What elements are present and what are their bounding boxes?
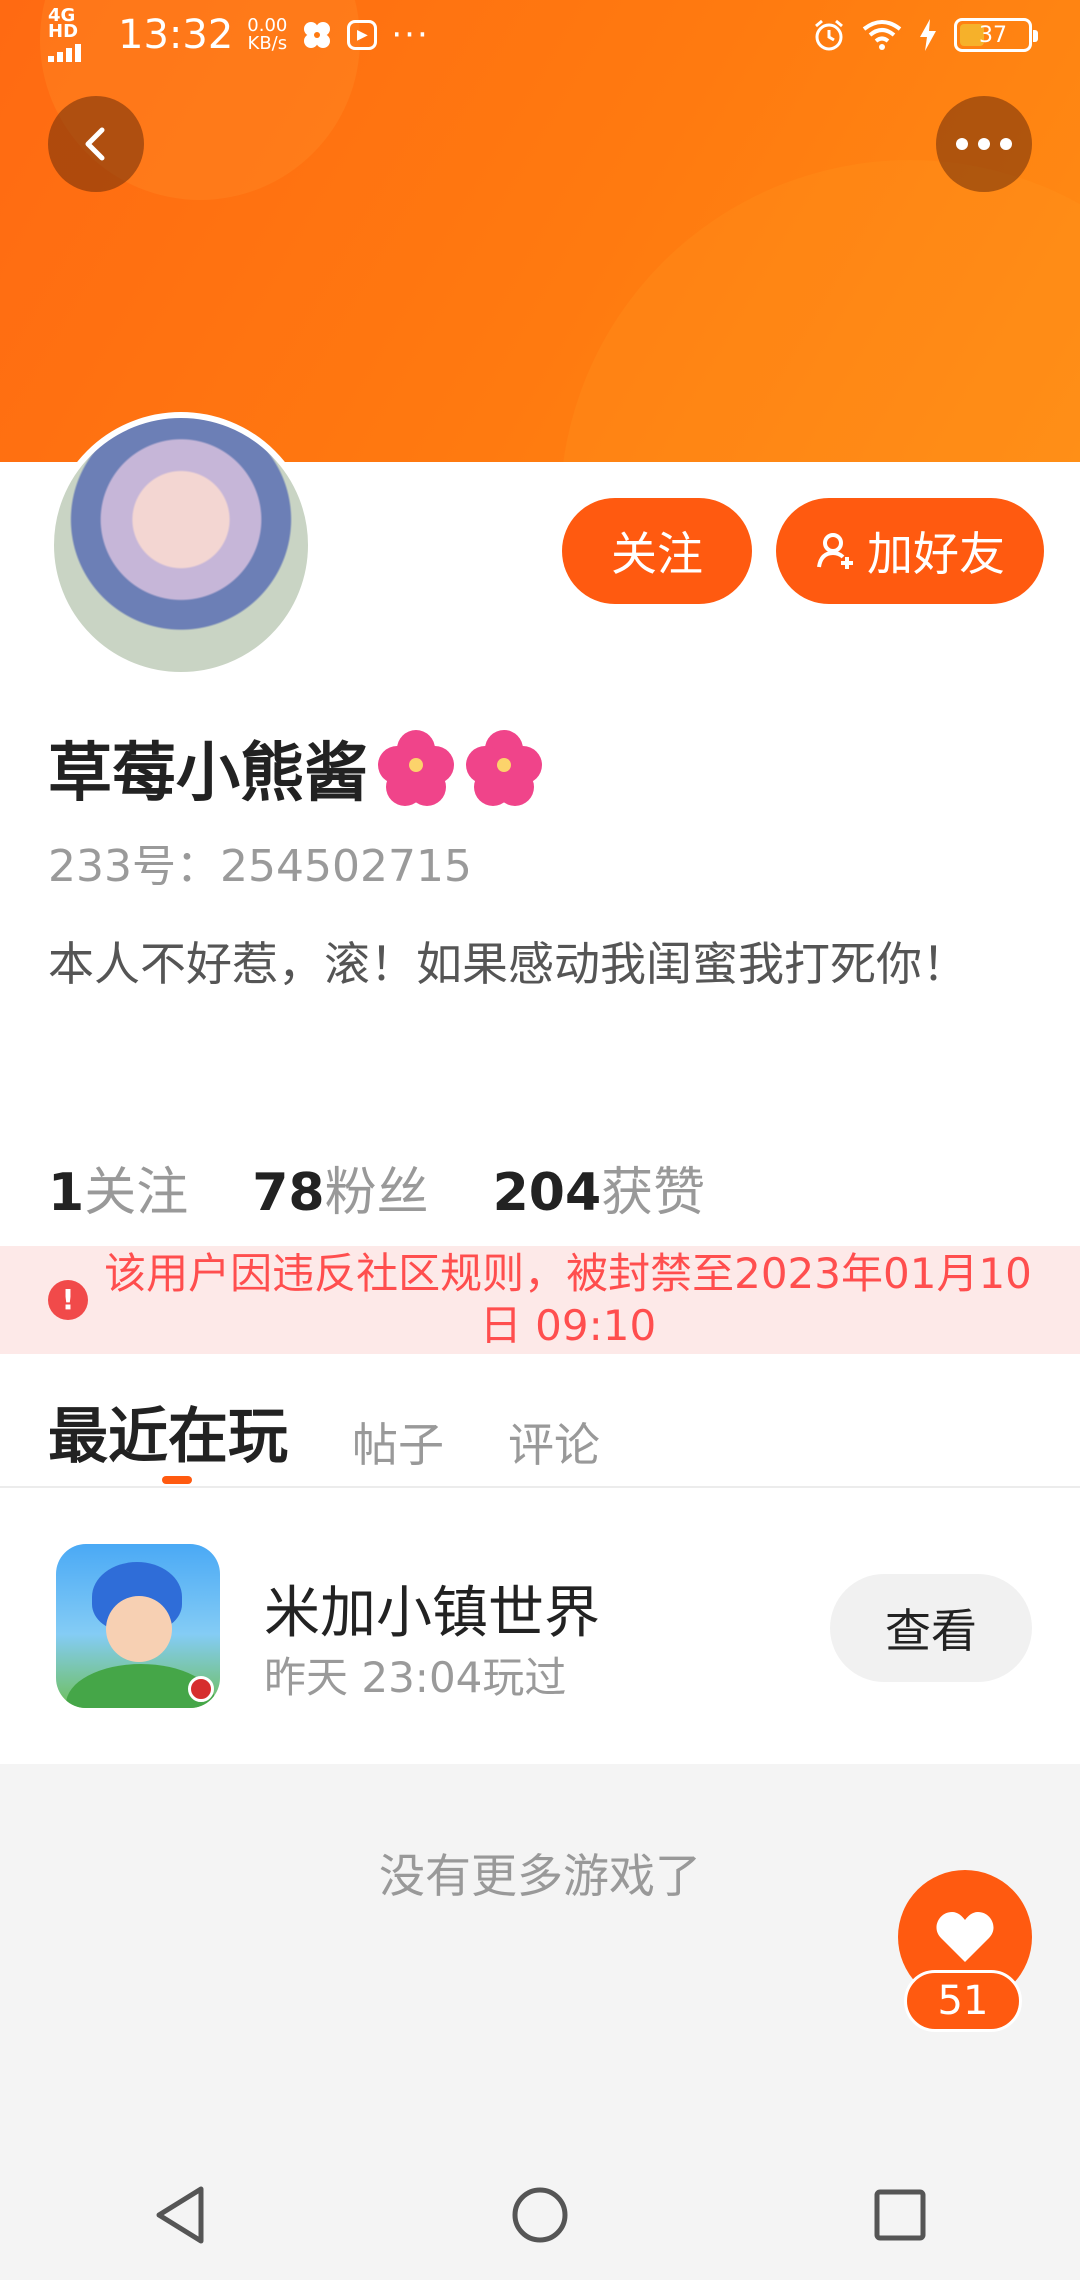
flower-emoji-icon <box>376 728 456 808</box>
more-horizontal-icon <box>956 138 1012 150</box>
more-notifications-icon: ··· <box>391 15 430 55</box>
add-friend-button[interactable]: 加好友 <box>776 498 1044 604</box>
profile-page: 4G HD 13:32 0.00 KB/s ▶ ··· 37 关注 加好友 草莓… <box>0 0 1080 2280</box>
net-speed: 0.00 KB/s <box>247 17 287 53</box>
ban-notice: ! 该用户因违反社区规则，被封禁至2023年01月10日 09:10 <box>0 1246 1080 1354</box>
stat-label: 获赞 <box>601 1163 706 1223</box>
stat-number: 1 <box>48 1163 85 1223</box>
stat-number: 204 <box>492 1163 602 1223</box>
follow-label: 关注 <box>611 527 703 581</box>
game-title: 米加小镇世界 <box>264 1581 600 1646</box>
stat-label: 关注 <box>84 1163 189 1223</box>
nav-home-button[interactable] <box>490 2165 590 2265</box>
charging-icon <box>920 19 936 51</box>
stats-row: 1关注 78粉丝 204获赞 <box>48 1150 705 1225</box>
game-icon <box>56 1544 220 1708</box>
add-friend-label: 加好友 <box>867 527 1005 581</box>
view-game-label: 查看 <box>885 1604 977 1658</box>
network-type: 4G HD <box>48 5 79 42</box>
banner-decoration <box>560 160 1080 462</box>
ban-notice-text: 该用户因违反社区规则，被封禁至2023年01月10日 09:10 <box>104 1249 1032 1350</box>
back-button[interactable] <box>48 96 144 192</box>
tabs-divider <box>0 1486 1080 1488</box>
tab-recent-games[interactable]: 最近在玩 <box>48 1388 288 1484</box>
follow-button[interactable]: 关注 <box>562 498 752 604</box>
nav-recents-button[interactable] <box>850 2165 950 2265</box>
battery-icon: 37 <box>954 18 1038 52</box>
signal-icon: 4G HD <box>48 5 104 62</box>
video-app-icon: ▶ <box>347 20 378 50</box>
triangle-back-icon <box>156 2186 204 2244</box>
heart-icon <box>936 1912 994 1962</box>
system-navigation-bar <box>0 2150 1080 2280</box>
more-options-button[interactable] <box>936 96 1032 192</box>
warning-icon: ! <box>48 1280 88 1320</box>
alarm-icon <box>815 19 843 51</box>
square-recents-icon <box>874 2189 926 2241</box>
chevron-left-icon <box>85 127 105 161</box>
tab-comments[interactable]: 评论 <box>508 1409 600 1475</box>
game-last-played: 昨天 23:04玩过 <box>264 1653 567 1702</box>
fan-app-icon <box>304 22 331 48</box>
clock: 13:32 <box>118 12 234 58</box>
username-row: 草莓小熊酱 <box>48 722 544 814</box>
username: 草莓小熊酱 <box>48 737 368 811</box>
stat-number: 78 <box>252 1163 325 1223</box>
avatar[interactable] <box>48 412 314 678</box>
flower-emoji-icon <box>464 728 544 808</box>
nav-back-button[interactable] <box>130 2165 230 2265</box>
wifi-icon <box>862 20 902 50</box>
like-count-badge: 51 <box>904 1970 1022 2032</box>
profile-tabs: 最近在玩 帖子 评论 <box>48 1388 600 1484</box>
tab-posts[interactable]: 帖子 <box>352 1409 444 1475</box>
stat-label: 粉丝 <box>324 1163 429 1223</box>
like-count: 51 <box>937 1978 989 2024</box>
circle-home-icon <box>512 2187 568 2243</box>
stat-fans[interactable]: 78粉丝 <box>252 1150 428 1225</box>
net-speed-unit: KB/s <box>247 33 288 54</box>
add-user-icon <box>817 533 853 569</box>
battery-level: 37 <box>979 22 1007 48</box>
list-item[interactable]: 米加小镇世界 昨天 23:04玩过 查看 <box>0 1520 1080 1730</box>
stat-likes[interactable]: 204获赞 <box>493 1150 706 1225</box>
user-id: 233号：254502715 <box>48 841 472 892</box>
stat-following[interactable]: 1关注 <box>48 1150 188 1225</box>
view-game-button[interactable]: 查看 <box>830 1574 1032 1682</box>
status-bar: 4G HD 13:32 0.00 KB/s ▶ ··· 37 <box>0 0 1080 70</box>
user-bio: 本人不好惹，滚！如果感动我闺蜜我打死你！ <box>48 937 968 991</box>
